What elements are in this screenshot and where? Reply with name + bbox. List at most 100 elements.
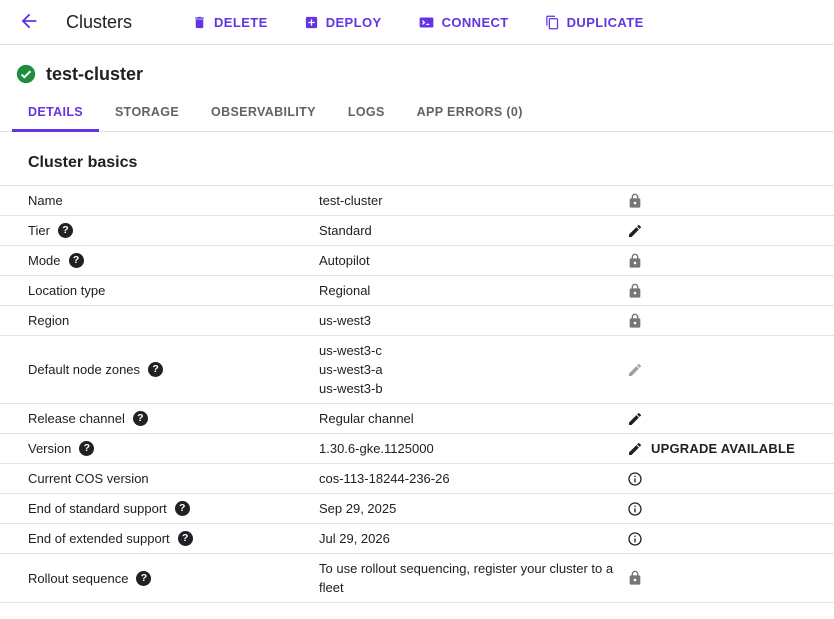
help-icon[interactable]: ? [136, 571, 151, 586]
row-value-line: Regional [319, 281, 615, 300]
arrow-left-icon [18, 10, 40, 35]
header-action-label: DELETE [214, 15, 268, 30]
row-label: End of standard support [28, 501, 167, 516]
row-value: Autopilot [319, 246, 621, 275]
tab-app-errors-0[interactable]: APP ERRORS (0) [401, 95, 539, 132]
tab-observability[interactable]: OBSERVABILITY [195, 95, 332, 132]
help-icon[interactable]: ? [58, 223, 73, 238]
header-action-label: DUPLICATE [567, 15, 644, 30]
row-value: cos-113-18244-236-26 [319, 464, 621, 493]
deploy-icon [304, 15, 319, 30]
row-label: End of extended support [28, 531, 170, 546]
trash-icon [192, 15, 207, 30]
tab-logs[interactable]: LOGS [332, 95, 401, 132]
table-row: End of extended support ? Jul 29, 2026 [0, 523, 834, 553]
check-circle-icon [15, 63, 37, 85]
row-value-line: us-west3-a [319, 360, 615, 379]
row-value-line: Standard [319, 221, 615, 240]
row-value: 1.30.6-gke.1125000 [319, 434, 621, 463]
help-icon[interactable]: ? [178, 531, 193, 546]
lock-icon [627, 283, 643, 299]
table-row: Tier ? Standard [0, 215, 834, 245]
row-value-line: test-cluster [319, 191, 615, 210]
lock-icon [627, 313, 643, 329]
row-label: Version [28, 441, 71, 456]
lock-icon [627, 193, 643, 209]
page-title: Clusters [66, 12, 132, 33]
row-label: Mode [28, 253, 61, 268]
tab-details[interactable]: DETAILS [12, 95, 99, 132]
header-action-bar: DELETE DEPLOY CONNECT DUPLICATE [192, 15, 644, 30]
table-row: Mode ? Autopilot [0, 245, 834, 275]
row-value-line: 1.30.6-gke.1125000 [319, 439, 615, 458]
row-label: Name [28, 193, 63, 208]
cluster-name: test-cluster [46, 64, 143, 85]
header-action-label: CONNECT [442, 15, 509, 30]
row-value-line: Sep 29, 2025 [319, 499, 615, 518]
table-row: Version ? 1.30.6-gke.1125000 UPGRADE AVA… [0, 433, 834, 463]
row-label: Default node zones [28, 362, 140, 377]
table-row: Default node zones ? us-west3-cus-west3-… [0, 335, 834, 403]
row-value: us-west3 [319, 306, 621, 335]
row-value-line: cos-113-18244-236-26 [319, 469, 615, 488]
row-value-line: us-west3 [319, 311, 615, 330]
row-value: Standard [319, 216, 621, 245]
row-value-line: Regular channel [319, 409, 615, 428]
table-row: End of standard support ? Sep 29, 2025 [0, 493, 834, 523]
table-row: Region us-west3 [0, 305, 834, 335]
edit-icon[interactable] [627, 223, 643, 239]
help-icon[interactable]: ? [79, 441, 94, 456]
row-value: Jul 29, 2026 [319, 524, 621, 553]
row-label: Region [28, 313, 69, 328]
table-row: Name test-cluster [0, 185, 834, 215]
tab-storage[interactable]: STORAGE [99, 95, 195, 132]
row-value: Regional [319, 276, 621, 305]
terminal-icon [418, 15, 435, 30]
help-icon[interactable]: ? [133, 411, 148, 426]
row-value-line: Jul 29, 2026 [319, 529, 615, 548]
row-label: Tier [28, 223, 50, 238]
connect-button[interactable]: CONNECT [418, 15, 509, 30]
row-value: test-cluster [319, 186, 621, 215]
row-label: Location type [28, 283, 105, 298]
table-row: Release channel ? Regular channel [0, 403, 834, 433]
edit-icon[interactable] [627, 362, 643, 378]
back-button[interactable] [16, 9, 42, 35]
edit-icon[interactable] [627, 441, 643, 457]
section-title: Cluster basics [0, 132, 834, 185]
header-action-label: DEPLOY [326, 15, 382, 30]
cluster-detail-main: test-cluster DETAILS STORAGE OBSERVABILI… [0, 45, 834, 603]
table-row: Current COS version cos-113-18244-236-26 [0, 463, 834, 493]
row-value-line: us-west3-b [319, 379, 615, 398]
duplicate-button[interactable]: DUPLICATE [545, 15, 644, 30]
tab-bar: DETAILS STORAGE OBSERVABILITY LOGS APP E… [0, 95, 834, 132]
info-icon[interactable] [627, 501, 643, 517]
cluster-basics-table: Name test-cluster Tier ? Standard Mode ?… [0, 185, 834, 603]
page-header: Clusters DELETE DEPLOY CONNECT DUPLICATE [0, 0, 834, 45]
deploy-button[interactable]: DEPLOY [304, 15, 382, 30]
row-label: Release channel [28, 411, 125, 426]
row-value: us-west3-cus-west3-aus-west3-b [319, 336, 621, 403]
row-label: Rollout sequence [28, 571, 128, 586]
table-row: Rollout sequence ? To use rollout sequen… [0, 553, 834, 603]
lock-icon [627, 570, 643, 586]
help-icon[interactable]: ? [175, 501, 190, 516]
row-value: Regular channel [319, 404, 621, 433]
edit-icon[interactable] [627, 411, 643, 427]
table-row: Location type Regional [0, 275, 834, 305]
row-value: Sep 29, 2025 [319, 494, 621, 523]
row-label: Current COS version [28, 471, 149, 486]
help-icon[interactable]: ? [69, 253, 84, 268]
copy-icon [545, 15, 560, 30]
delete-button[interactable]: DELETE [192, 15, 268, 30]
cluster-title-row: test-cluster [0, 45, 834, 95]
help-icon[interactable]: ? [148, 362, 163, 377]
row-value-line: To use rollout sequencing, register your… [319, 559, 615, 597]
info-icon[interactable] [627, 471, 643, 487]
row-value: To use rollout sequencing, register your… [319, 554, 621, 602]
info-icon[interactable] [627, 531, 643, 547]
row-value-line: Autopilot [319, 251, 615, 270]
lock-icon [627, 253, 643, 269]
upgrade-available-label[interactable]: UPGRADE AVAILABLE [651, 441, 795, 456]
row-value-line: us-west3-c [319, 341, 615, 360]
